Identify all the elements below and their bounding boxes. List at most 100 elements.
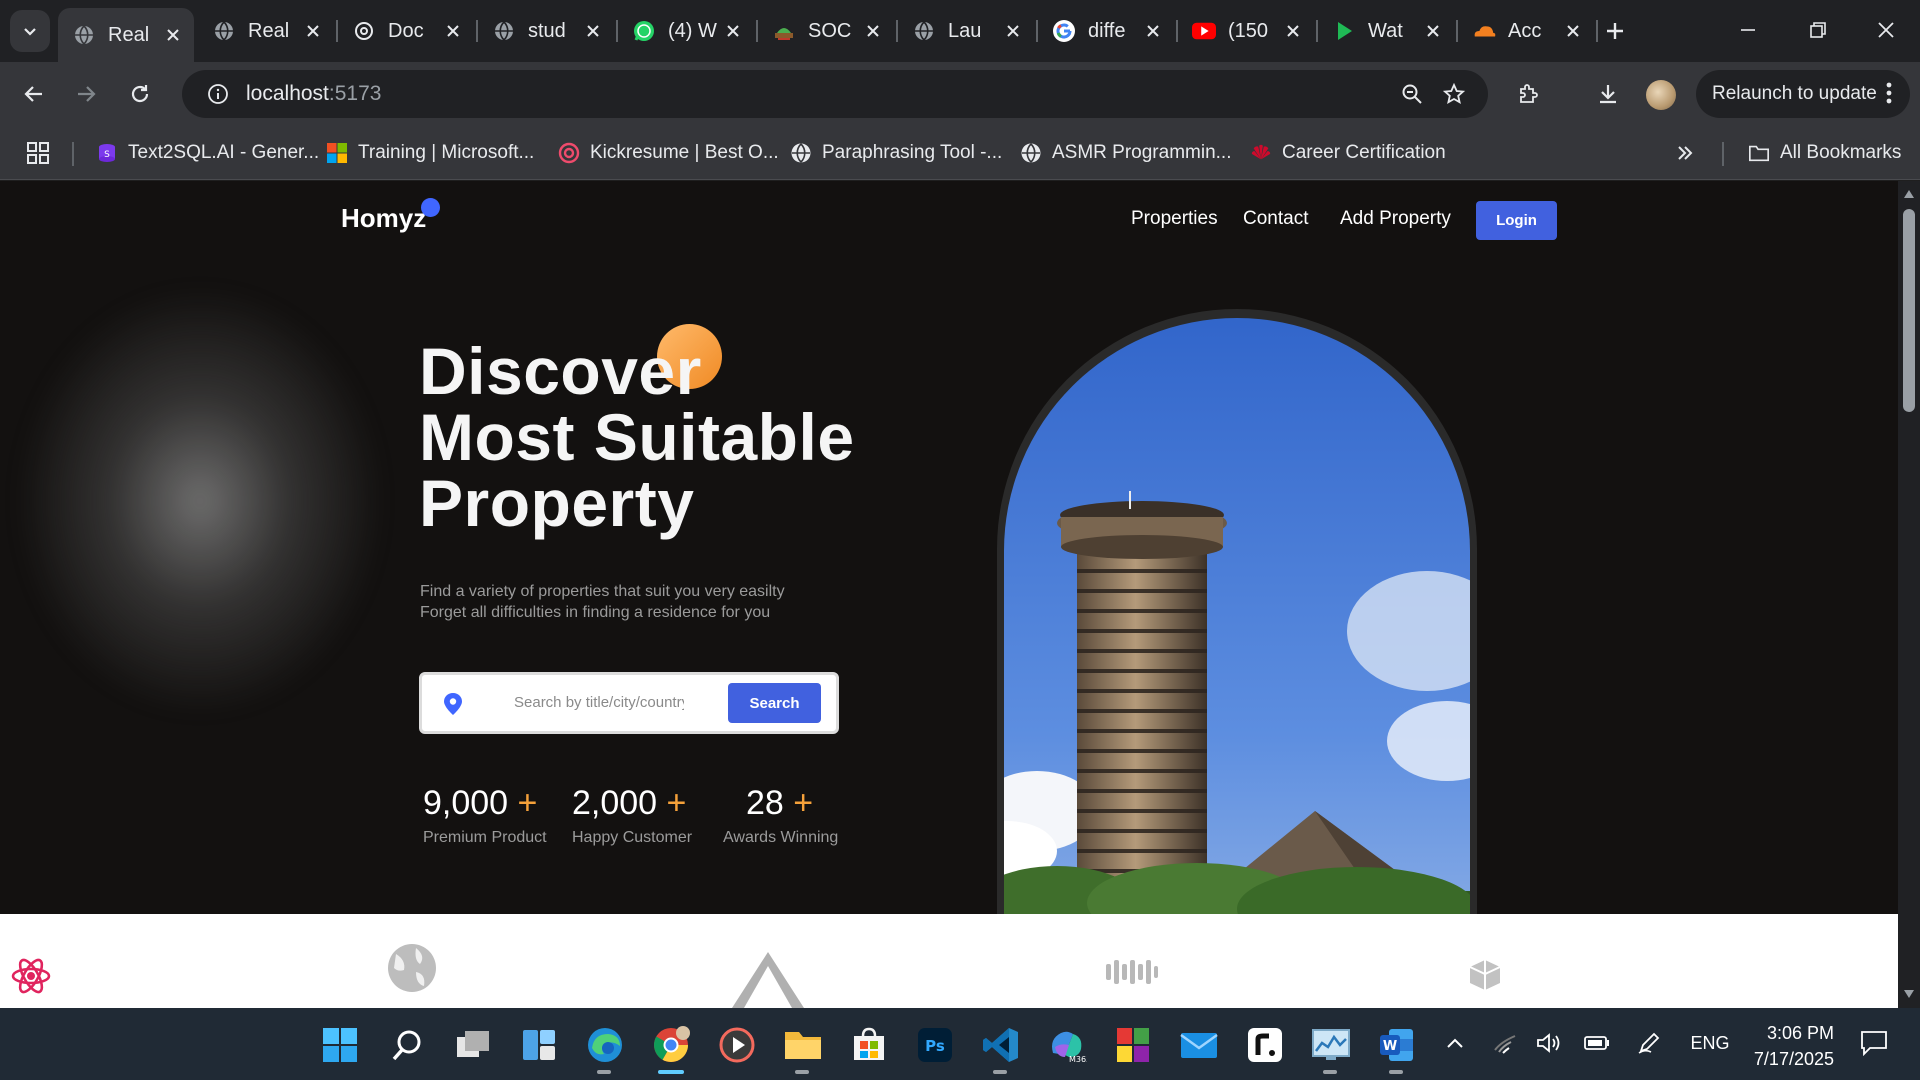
vscode-app[interactable] <box>978 1022 1024 1074</box>
task-view-button[interactable] <box>450 1022 496 1068</box>
bookmark-paraphrasing-tool[interactable]: Paraphrasing Tool -... <box>790 138 1002 168</box>
tab-youtube[interactable]: (150 <box>1178 8 1314 54</box>
tab-real-active[interactable]: Real <box>58 8 194 62</box>
network-icon[interactable] <box>1490 1028 1520 1058</box>
more-bookmarks-button[interactable] <box>1676 138 1694 168</box>
tab-title: diffe <box>1088 19 1126 42</box>
close-icon[interactable] <box>1422 20 1444 42</box>
word-app[interactable]: W <box>1374 1022 1420 1074</box>
all-bookmarks-button[interactable]: All Bookmarks <box>1748 138 1901 168</box>
media-player-app[interactable] <box>714 1022 760 1068</box>
close-icon[interactable] <box>1282 20 1304 42</box>
address-bar[interactable]: localhost:5173 <box>182 70 1488 118</box>
url-host: localhost <box>246 82 329 105</box>
site-logo[interactable]: Homyz <box>341 203 426 234</box>
nav-add-property[interactable]: Add Property <box>1340 208 1451 230</box>
close-icon[interactable] <box>722 20 744 42</box>
close-window-button[interactable] <box>1856 10 1916 50</box>
zoom-icon[interactable] <box>1396 78 1428 110</box>
tab-title: Doc <box>388 19 424 42</box>
page-scrollbar[interactable] <box>1898 181 1920 1008</box>
relaunch-to-update-button[interactable]: Relaunch to update <box>1696 70 1910 118</box>
tab-title: (150 <box>1228 19 1269 42</box>
replit-app[interactable] <box>1242 1022 1288 1068</box>
downloads-button[interactable] <box>1588 74 1628 114</box>
stat-label: Premium Product <box>423 829 547 846</box>
close-icon[interactable] <box>442 20 464 42</box>
close-icon[interactable] <box>582 20 604 42</box>
soc-icon <box>772 19 796 43</box>
battery-icon[interactable] <box>1582 1028 1612 1058</box>
reload-button[interactable] <box>120 74 160 114</box>
extensions-button[interactable] <box>1508 74 1548 114</box>
microsoft-365-app[interactable]: M365 <box>1044 1022 1090 1068</box>
tab-acc[interactable]: Acc <box>1458 8 1594 54</box>
bookmark-microsoft-training[interactable]: Training | Microsoft... <box>326 138 534 168</box>
colorful-grid-app[interactable] <box>1110 1022 1156 1068</box>
close-icon[interactable] <box>1002 20 1024 42</box>
taskbar-search-button[interactable] <box>384 1022 430 1068</box>
text2sql-icon: S <box>96 142 118 164</box>
scroll-up-icon[interactable] <box>1903 189 1915 199</box>
vscode-icon <box>983 1028 1018 1062</box>
profile-avatar[interactable] <box>1646 80 1676 110</box>
bookmark-kickresume[interactable]: Kickresume | Best O... <box>558 138 779 168</box>
tab-whatsapp[interactable]: (4) W <box>618 8 754 54</box>
volume-icon[interactable] <box>1534 1028 1564 1058</box>
restore-button[interactable] <box>1788 10 1848 50</box>
scrollbar-thumb[interactable] <box>1903 209 1915 412</box>
login-button[interactable]: Login <box>1476 201 1557 240</box>
tab-title: Lau <box>948 19 982 42</box>
more-menu-icon[interactable] <box>1886 80 1892 112</box>
tab-soc[interactable]: SOC <box>758 8 894 54</box>
close-icon[interactable] <box>1142 20 1164 42</box>
close-icon[interactable] <box>1562 20 1584 42</box>
nav-contact[interactable]: Contact <box>1243 208 1308 230</box>
bookmark-star-icon[interactable] <box>1438 78 1470 110</box>
kickresume-icon <box>558 142 580 164</box>
file-explorer-app[interactable] <box>780 1022 826 1074</box>
search-button[interactable]: Search <box>728 683 821 723</box>
mail-icon <box>1180 1033 1218 1058</box>
pen-icon[interactable] <box>1634 1028 1664 1058</box>
resource-monitor-app[interactable] <box>1308 1022 1354 1074</box>
scroll-down-icon[interactable] <box>1903 989 1915 999</box>
tab-title: Acc <box>1508 19 1542 42</box>
site-info-icon[interactable] <box>194 83 242 105</box>
search-input[interactable]: Search by title/city/country <box>514 694 684 711</box>
new-tab-button[interactable] <box>1598 14 1632 48</box>
notifications-button[interactable] <box>1854 1028 1894 1058</box>
photoshop-app[interactable]: Ps <box>912 1022 958 1068</box>
bookmark-text2sql[interactable]: S Text2SQL.AI - Gener... <box>96 138 319 168</box>
tab-lau[interactable]: Lau <box>898 8 1034 54</box>
forward-button[interactable] <box>66 74 106 114</box>
react-devtools-icon[interactable] <box>10 955 52 997</box>
start-button[interactable] <box>317 1022 363 1068</box>
close-icon[interactable] <box>302 20 324 42</box>
tab-title: (4) W <box>668 19 717 42</box>
bookmark-asmr-programming[interactable]: ASMR Programmin... <box>1020 138 1231 168</box>
hero-section: Homyz Properties Contact Add Property Lo… <box>0 181 1898 914</box>
tab-stud[interactable]: stud <box>478 8 614 54</box>
mail-app[interactable] <box>1176 1022 1222 1068</box>
url-port: :5173 <box>328 82 382 105</box>
grid-app-icon <box>1117 1028 1149 1062</box>
taskbar-clock[interactable]: 3:06 PM 7/17/2025 <box>1724 1020 1834 1072</box>
tab-wat[interactable]: Wat <box>1318 8 1454 54</box>
show-hidden-icons-button[interactable] <box>1440 1028 1470 1058</box>
chrome-app[interactable] <box>648 1022 694 1074</box>
bookmark-career-certification[interactable]: Career Certification <box>1250 138 1446 168</box>
tab-real[interactable]: Real <box>198 8 334 54</box>
tab-google[interactable]: diffe <box>1038 8 1174 54</box>
minimize-button[interactable] <box>1718 10 1778 50</box>
back-button[interactable] <box>14 74 54 114</box>
nav-properties[interactable]: Properties <box>1131 208 1218 230</box>
tab-doc[interactable]: Doc <box>338 8 474 54</box>
apps-button[interactable] <box>26 138 50 168</box>
tab-search-button[interactable] <box>10 10 50 52</box>
close-icon[interactable] <box>162 24 184 46</box>
edge-app[interactable] <box>582 1022 628 1074</box>
microsoft-store-app[interactable] <box>846 1022 892 1068</box>
widgets-button[interactable] <box>516 1022 562 1068</box>
close-icon[interactable] <box>862 20 884 42</box>
